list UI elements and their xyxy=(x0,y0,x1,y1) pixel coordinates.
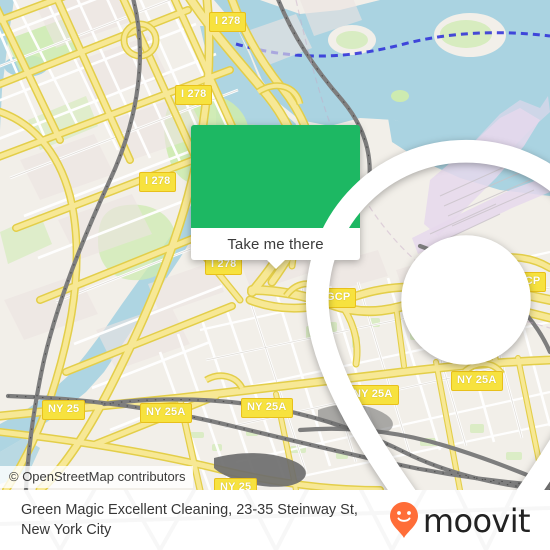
popup-icon-area xyxy=(191,125,550,490)
moovit-logo[interactable]: moovit xyxy=(389,501,536,539)
map-pin-icon xyxy=(305,139,550,490)
moovit-map-screenshot: I 278I 278I 278I 278GCPGCPGCPNY 25ANY 25… xyxy=(0,0,550,550)
road-shield: NY 25A xyxy=(140,403,192,423)
osm-attribution[interactable]: © OpenStreetMap contributors xyxy=(0,466,193,488)
moovit-wordmark: moovit xyxy=(422,502,531,540)
location-popup-card[interactable]: Take me there xyxy=(191,125,550,490)
road-shield: I 278 xyxy=(139,172,177,192)
map-canvas[interactable]: I 278I 278I 278I 278GCPGCPGCPNY 25ANY 25… xyxy=(0,0,550,490)
take-me-there-label: Take me there xyxy=(227,235,324,253)
road-shield: I 278 xyxy=(175,85,213,105)
footer-bar: Green Magic Excellent Cleaning, 23-35 St… xyxy=(0,490,550,550)
popup-tail xyxy=(265,259,286,269)
place-name: Green Magic Excellent Cleaning, 23-35 St… xyxy=(21,502,358,538)
road-shield: NY 25 xyxy=(42,400,86,420)
moovit-pin-smiley-icon xyxy=(389,502,418,538)
road-shield: I 278 xyxy=(209,12,247,32)
take-me-there-button[interactable]: Take me there xyxy=(191,228,360,269)
